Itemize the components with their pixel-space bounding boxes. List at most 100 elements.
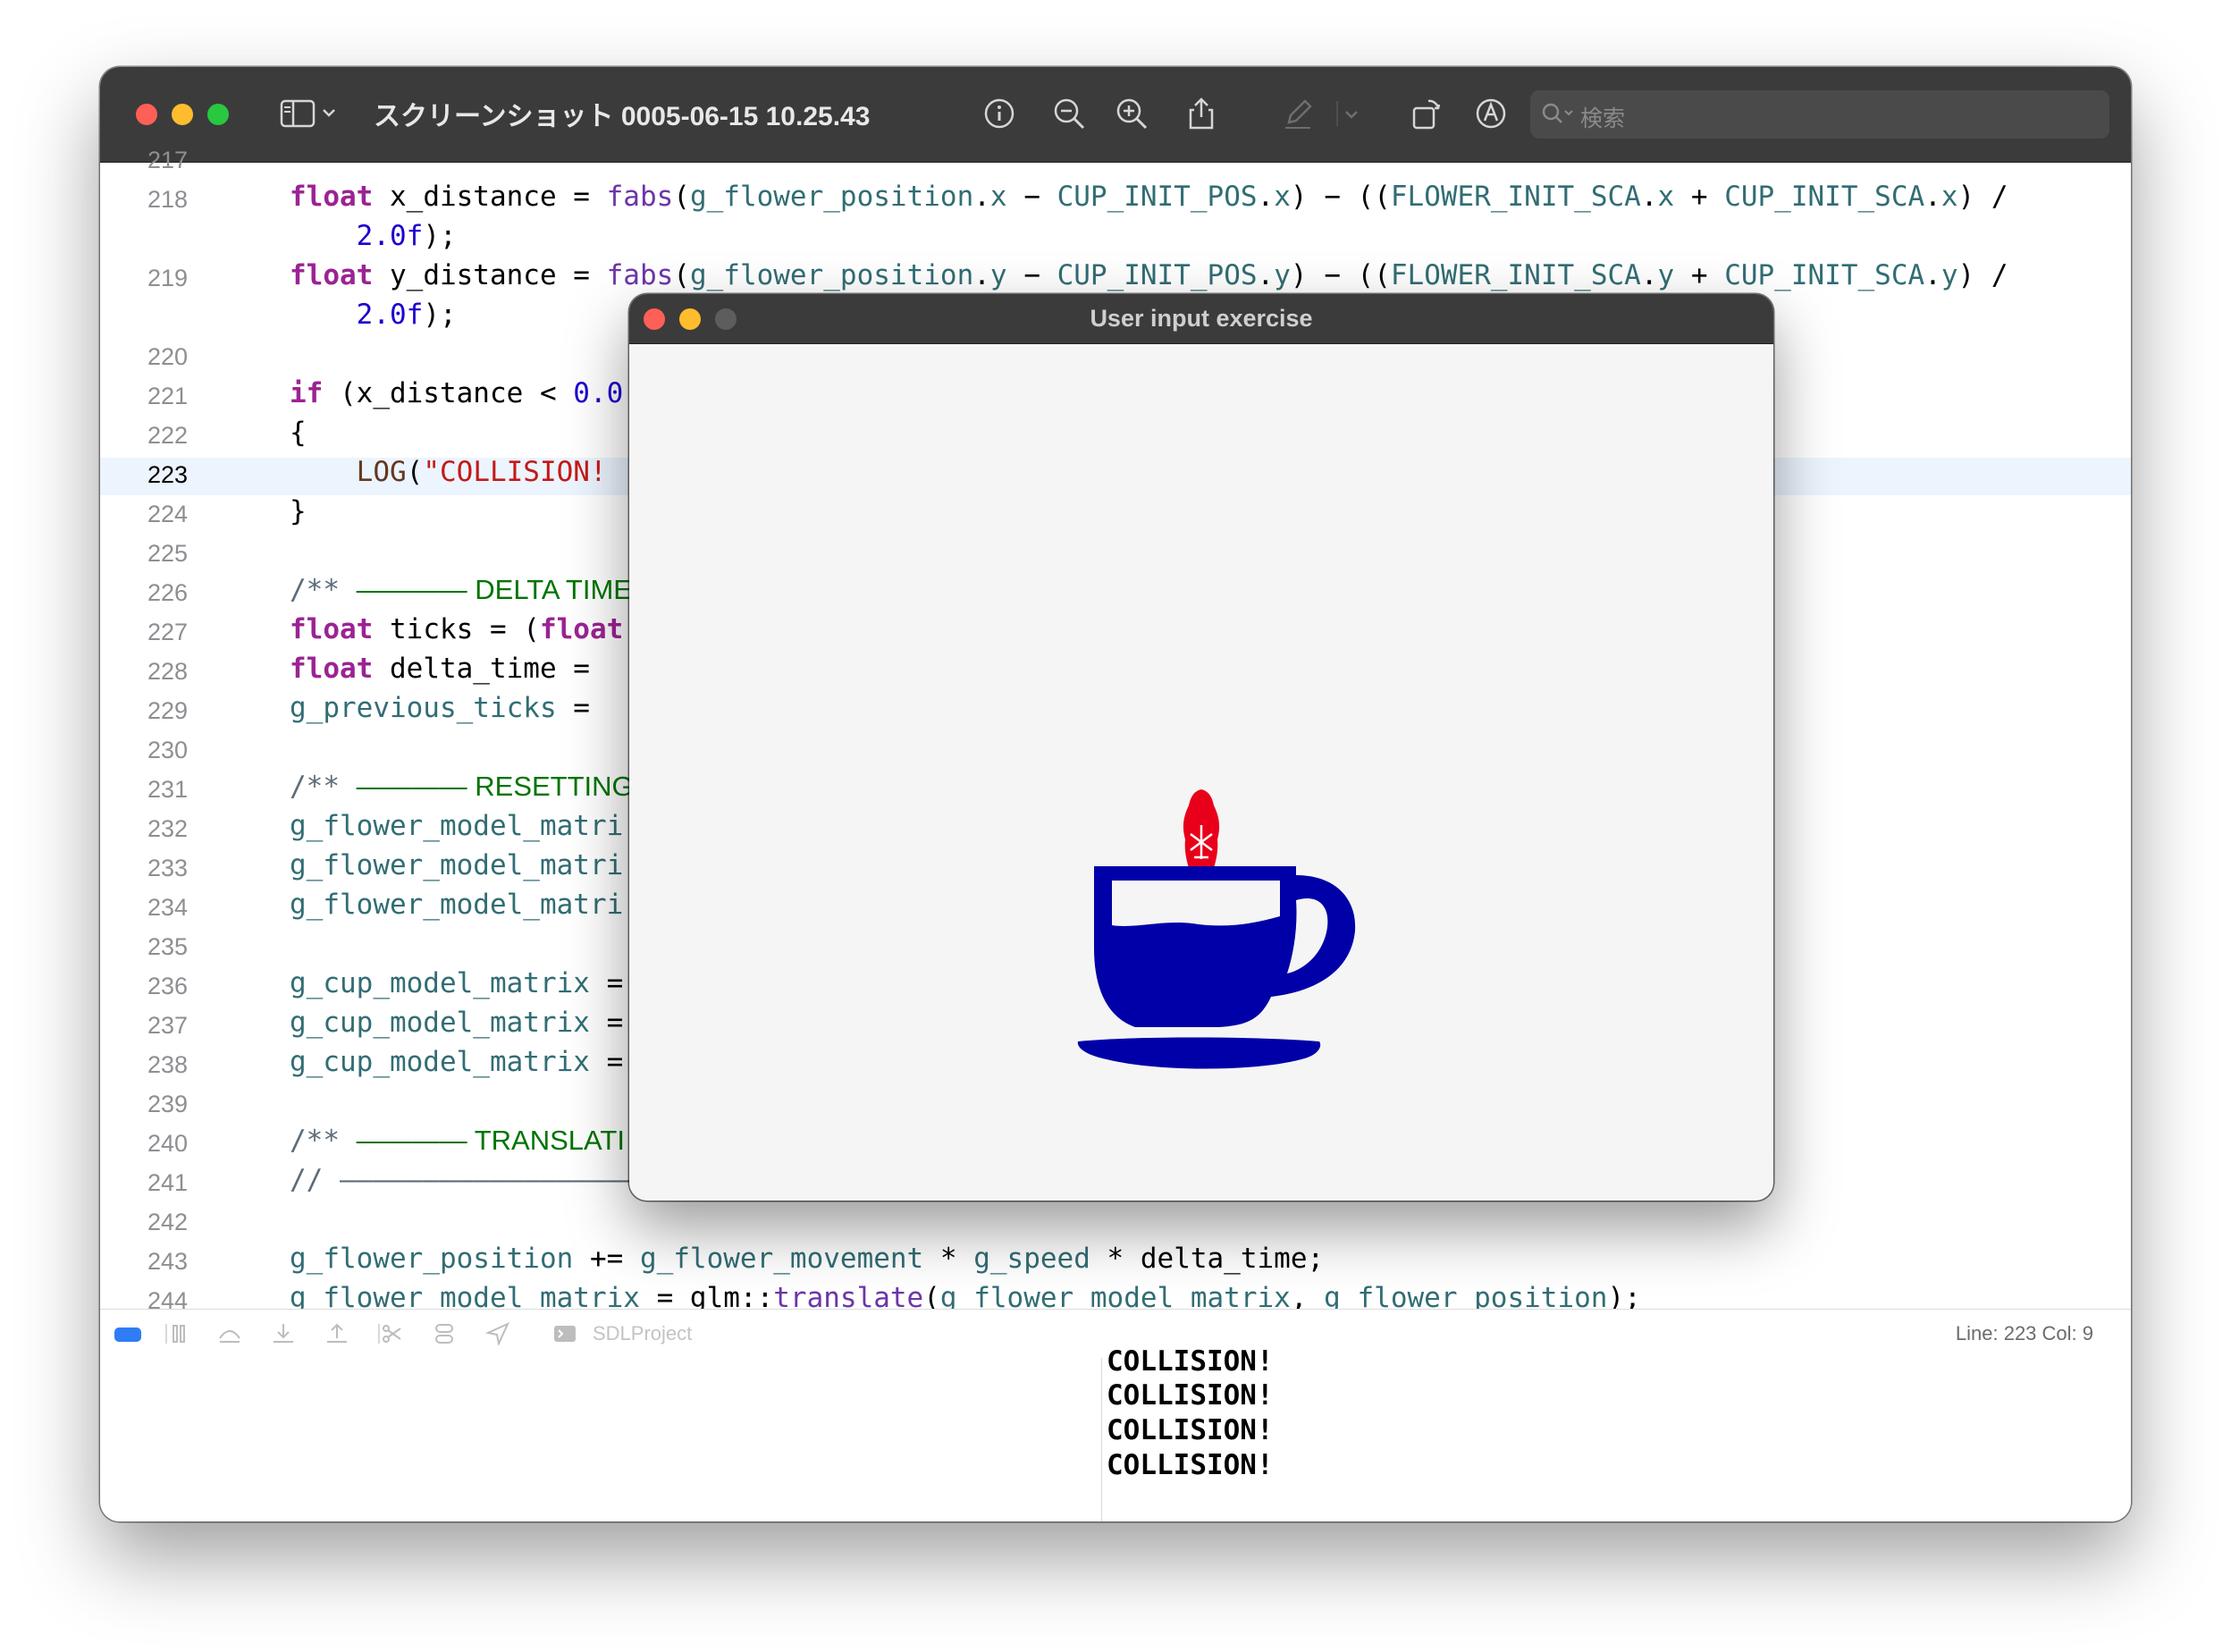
sdl-game-window[interactable]: User input exercise (629, 294, 1773, 1201)
console-line: COLLISION! (1107, 1414, 1274, 1446)
code-token: . (973, 259, 990, 291)
line-number: 227 (147, 619, 188, 645)
code-token: + (1674, 259, 1725, 291)
code-token: g_flower_model_matri (290, 849, 624, 881)
code-token: y_distance = (373, 259, 607, 291)
window-title: スクリーンショット 0005-06-15 10.25.43 (374, 102, 871, 131)
code-token: CUP_INIT_SCA (1724, 181, 1925, 213)
console-divider[interactable] (1101, 1358, 1102, 1521)
console-line: COLLISION! (1107, 1449, 1274, 1481)
code-line: } (290, 495, 307, 527)
line-number: 239 (147, 1091, 188, 1117)
code-token: ); (423, 220, 457, 252)
code-token: FLOWER_INIT_SCA (1390, 259, 1641, 291)
code-token: y (989, 259, 1007, 291)
markup-toolbar-icon[interactable] (1473, 96, 1509, 131)
code-token: y (1274, 259, 1291, 291)
line-number: 221 (147, 383, 188, 409)
game-canvas[interactable] (629, 344, 1773, 1201)
code-token: x_distance = (373, 181, 607, 213)
hide-debug-area-button[interactable] (114, 1328, 141, 1342)
markup-pen-icon[interactable] (1280, 96, 1316, 131)
code-token: float (290, 181, 374, 213)
code-token: ———— DELTA TIME (356, 574, 632, 605)
code-token: /** (290, 1125, 357, 1157)
code-token: += (573, 1243, 640, 1275)
line-number: 237 (147, 1012, 188, 1039)
code-token: = (589, 1046, 624, 1078)
code-token: = (589, 1007, 624, 1039)
code-line: g_cup_model_matrix = (290, 967, 623, 999)
code-token: ) − (( (1290, 259, 1391, 291)
code-line: /** ———— DELTA TIME (290, 574, 632, 606)
code-line: g_flower_model_matri (290, 810, 623, 842)
code-token: g_speed (973, 1243, 1090, 1275)
step-out-icon[interactable] (324, 1322, 350, 1345)
line-number: 225 (147, 540, 188, 567)
code-token: CUP_INIT_POS (1057, 181, 1258, 213)
code-line: 2.0f); (290, 220, 457, 252)
code-token: . (1640, 181, 1658, 213)
code-token: 2.0f (356, 299, 424, 331)
zoom-out-icon[interactable] (1051, 96, 1087, 131)
line-number: 232 (147, 815, 188, 842)
code-token: g_flower_position (689, 181, 974, 213)
line-number: 222 (147, 422, 188, 449)
line-number: 230 (147, 737, 188, 763)
code-line: LOG("COLLISION! (290, 456, 607, 488)
code-token: . (1924, 181, 1941, 213)
zoom-in-icon[interactable] (1114, 96, 1149, 131)
share-icon[interactable] (1183, 96, 1219, 131)
sdl-window-title: User input exercise (1090, 305, 1313, 332)
code-token: − (1006, 181, 1057, 213)
step-over-icon[interactable] (216, 1322, 243, 1345)
code-line: g_flower_model_matri (290, 889, 623, 921)
line-number: 218 (147, 186, 188, 213)
code-token: ticks = ( (373, 613, 540, 645)
code-line: // ——————————————————— (290, 1164, 657, 1196)
line-col-indicator: Line: 223 Col: 9 (1955, 1322, 2093, 1344)
zoom-window-button[interactable] (207, 104, 229, 125)
search-field[interactable]: 検索 (1530, 90, 2109, 139)
close-window-button[interactable] (136, 104, 157, 125)
chevron-down-icon[interactable] (1335, 96, 1362, 131)
minimize-window-button[interactable] (172, 104, 193, 125)
view-hierarchy-icon[interactable] (377, 1322, 404, 1345)
code-line: g_flower_position += g_flower_movement *… (290, 1243, 1324, 1275)
code-line: if (x_distance < 0.0 (290, 377, 623, 409)
code-token: y (1657, 259, 1675, 291)
rotate-icon[interactable] (1409, 96, 1444, 131)
console-area[interactable]: COLLISION! COLLISION! COLLISION! COLLISI… (100, 1345, 2131, 1521)
line-number: 226 (147, 579, 188, 606)
line-number: 235 (147, 933, 188, 960)
line-number: 220 (147, 343, 188, 370)
code-line: 2.0f); (290, 299, 457, 331)
sidebar-toggle-icon[interactable] (279, 96, 341, 131)
code-line: g_cup_model_matrix = (290, 1007, 623, 1039)
line-number: 228 (147, 658, 188, 685)
line-number: 231 (147, 776, 188, 803)
teacup-sprite (1077, 866, 1356, 1069)
code-token: ) / (1957, 181, 2008, 213)
info-icon[interactable] (981, 96, 1017, 131)
code-token: . (1257, 181, 1275, 213)
code-token: . (1640, 259, 1658, 291)
code-token: x (1274, 181, 1291, 213)
code-token: g_flower_position (689, 259, 974, 291)
code-token: /** (290, 771, 357, 803)
code-line: float x_distance = fabs(g_flower_positio… (290, 181, 2008, 213)
code-token: } (290, 495, 307, 527)
location-icon[interactable] (484, 1322, 511, 1345)
code-token: fabs (606, 181, 674, 213)
step-into-icon[interactable] (270, 1322, 297, 1345)
code-token: − (1006, 259, 1057, 291)
code-token: delta_time = (373, 653, 607, 685)
pause-icon[interactable] (164, 1322, 191, 1345)
code-token: g_previous_ticks (290, 692, 557, 724)
code-token: ———— RESETTING (356, 771, 634, 802)
code-token: g_cup_model_matrix (290, 1046, 590, 1078)
environment-overrides-icon[interactable] (431, 1322, 458, 1345)
search-placeholder: 検索 (1580, 106, 1626, 131)
code-token: ( (673, 259, 690, 291)
